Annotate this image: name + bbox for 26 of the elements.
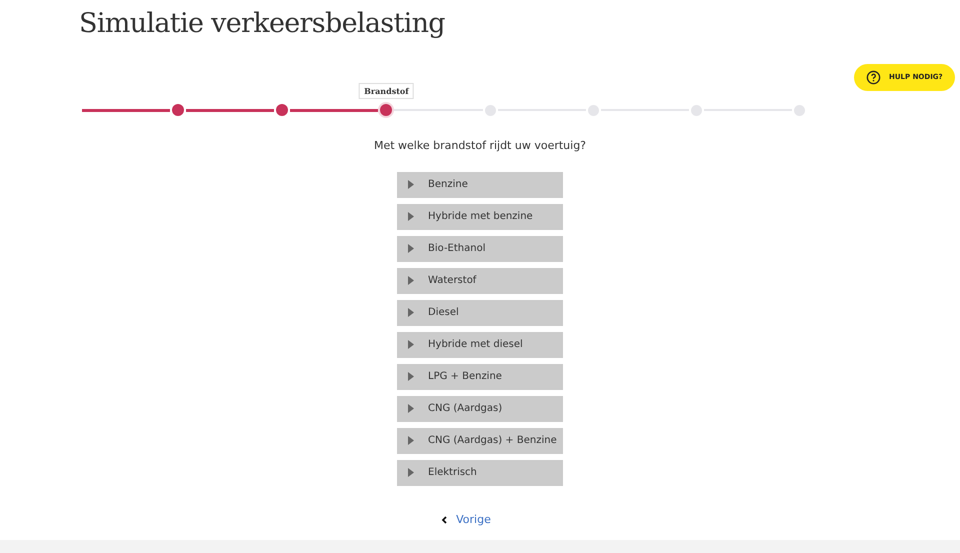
- triangle-right-icon: [408, 468, 414, 477]
- triangle-right-icon: [408, 404, 414, 413]
- step-tooltip: Brandstof: [359, 83, 414, 99]
- fuel-option[interactable]: Benzine: [397, 172, 563, 198]
- fuel-option[interactable]: Hybride met benzine: [397, 204, 563, 230]
- triangle-right-icon: [408, 436, 414, 445]
- question-text: Met welke brandstof rijdt uw voertuig?: [374, 138, 586, 154]
- fuel-option[interactable]: Diesel: [397, 300, 563, 326]
- fuel-option[interactable]: Elektrisch: [397, 460, 563, 486]
- back-link[interactable]: Vorige: [441, 512, 491, 528]
- triangle-right-icon: [408, 244, 414, 253]
- triangle-right-icon: [408, 212, 414, 221]
- chevron-left-icon: [441, 516, 448, 524]
- triangle-right-icon: [408, 372, 414, 381]
- triangle-right-icon: [408, 308, 414, 317]
- help-icon: [866, 70, 881, 85]
- triangle-right-icon: [408, 340, 414, 349]
- triangle-right-icon: [408, 180, 414, 189]
- fuel-option[interactable]: CNG (Aardgas) + Benzine: [397, 428, 563, 454]
- fuel-option[interactable]: Bio-Ethanol: [397, 236, 563, 262]
- fuel-option[interactable]: LPG + Benzine: [397, 364, 563, 390]
- fuel-option[interactable]: Hybride met diesel: [397, 332, 563, 358]
- triangle-right-icon: [408, 276, 414, 285]
- page-title: Simulatie verkeersbelasting: [79, 7, 445, 41]
- fuel-option[interactable]: Waterstof: [397, 268, 563, 294]
- fuel-option[interactable]: CNG (Aardgas): [397, 396, 563, 422]
